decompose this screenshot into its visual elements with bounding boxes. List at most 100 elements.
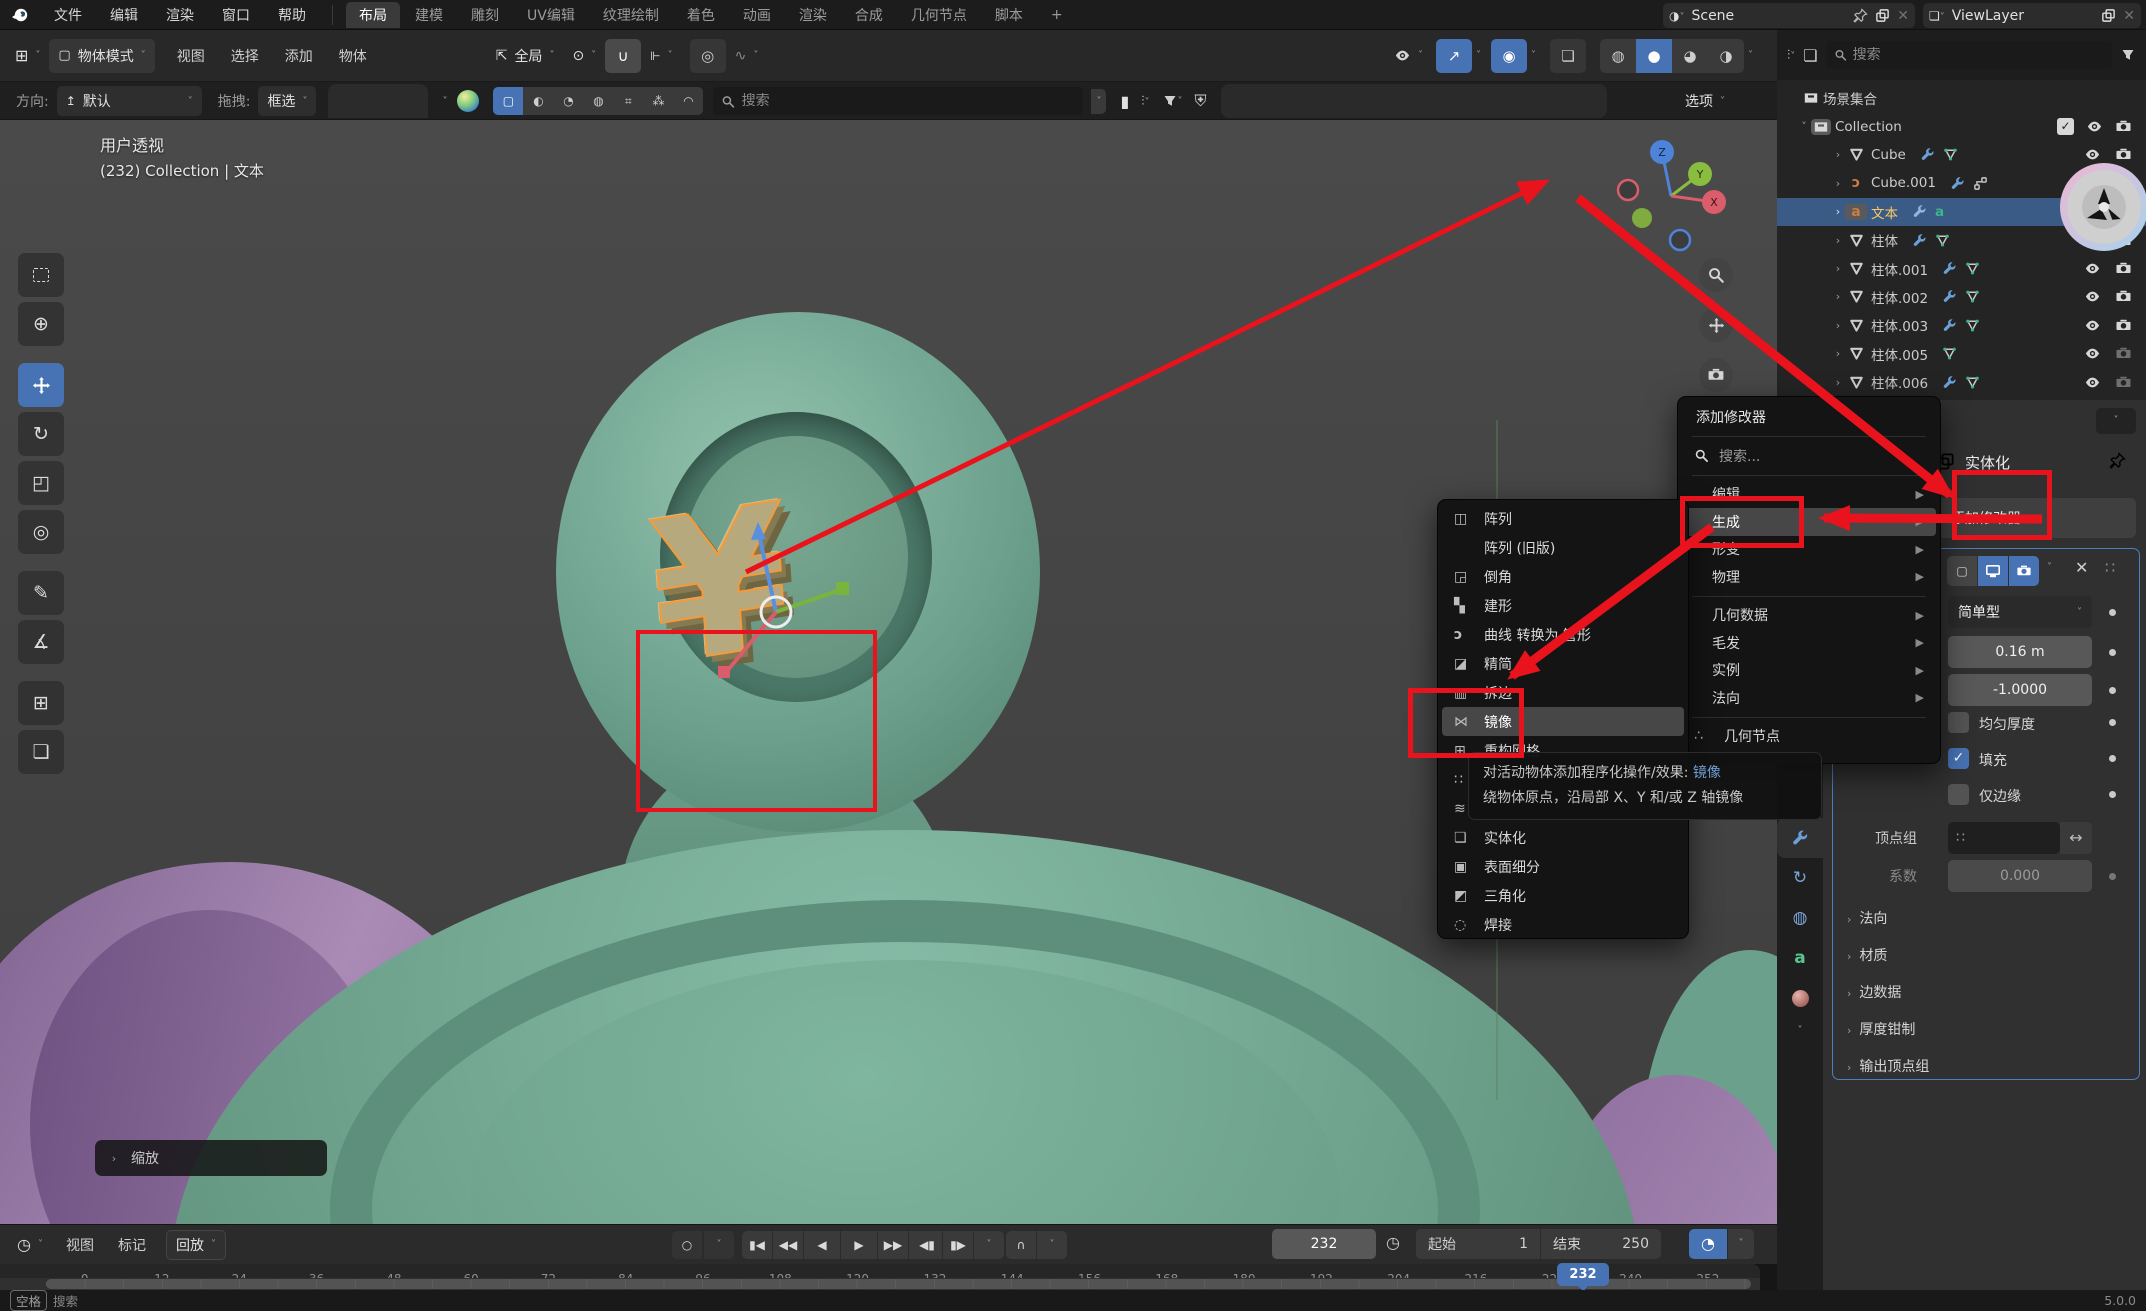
menu-help[interactable]: 帮助 — [264, 5, 320, 25]
visibility-dropdown[interactable]: ˅ — [1385, 39, 1432, 73]
camera-disabled-icon[interactable] — [2115, 374, 2132, 391]
material-preview-icon[interactable] — [457, 90, 479, 112]
stopwatch-icon[interactable]: ◷ — [1386, 1233, 1400, 1252]
menu-view[interactable]: 视图 — [177, 46, 205, 66]
menu-edit[interactable]: 编辑 — [96, 5, 152, 25]
tab-scripting[interactable]: 脚本 — [982, 2, 1036, 28]
menu-render[interactable]: 渲染 — [152, 5, 208, 25]
tool-duplicate[interactable]: ❏ — [18, 730, 64, 774]
shading-material-button[interactable]: ◕ — [1672, 39, 1708, 73]
outliner-row-cylinder005[interactable]: › 柱体.005 — [1777, 340, 2146, 368]
pin-icon[interactable] — [2109, 452, 2126, 469]
section-thickness-clamp[interactable]: ›厚度钳制 — [1847, 1019, 1915, 1039]
expand-icon[interactable]: › — [1831, 148, 1845, 161]
camera-icon[interactable] — [2115, 317, 2132, 334]
outliner-row-collection[interactable]: ˅ Collection ✓ — [1777, 112, 2146, 140]
gizmo-toggle[interactable]: ↗ — [1436, 39, 1472, 73]
tab-modeling[interactable]: 建模 — [402, 2, 456, 28]
search-dropdown[interactable]: ˅ — [1091, 89, 1106, 114]
outliner-search-field[interactable] — [1826, 41, 2112, 69]
keying-set-icon[interactable]: ○ — [672, 1231, 702, 1259]
menu-item-array[interactable]: 阵列 — [1442, 504, 1684, 533]
drag-handle-icon[interactable]: ∷ — [2105, 558, 2117, 577]
outliner-row-cylinder003[interactable]: › 柱体.003 — [1777, 311, 2146, 339]
tool-annotate[interactable]: ✎ — [18, 571, 64, 615]
add-workspace-button[interactable]: + — [1038, 4, 1076, 26]
snap-toggle[interactable]: ∪ — [605, 39, 641, 73]
menu-item-weld[interactable]: 焊接 — [1442, 910, 1684, 939]
menu-select[interactable]: 选择 — [231, 46, 259, 66]
vgroup-swap-button[interactable]: ↔ — [2060, 822, 2092, 854]
factor-slider[interactable]: 0.000 — [1948, 860, 2092, 892]
realtime-display-toggle[interactable] — [1978, 556, 2008, 586]
render-display-toggle[interactable] — [2009, 556, 2039, 586]
animate-dot[interactable] — [2109, 687, 2116, 694]
outliner-search-input[interactable] — [1853, 47, 2104, 63]
eye-icon[interactable] — [2084, 345, 2101, 362]
expand-icon[interactable]: › — [1831, 262, 1845, 275]
eye-icon[interactable] — [2084, 260, 2101, 277]
tool-transform[interactable]: ◎ — [18, 510, 64, 554]
section-materials[interactable]: ›材质 — [1847, 945, 1887, 965]
frame-start-field[interactable]: 起始1 — [1416, 1229, 1540, 1259]
mode-physics-icon[interactable]: ◠ — [673, 87, 703, 115]
shading-rendered-button[interactable]: ◑ — [1708, 39, 1744, 73]
timeline-scrollbar[interactable] — [0, 1278, 1760, 1290]
menu-item-geometry-data[interactable]: 几何数据▶ — [1682, 602, 1936, 630]
drag-dropdown[interactable]: 框选˅ — [258, 86, 316, 116]
outliner-row-cylinder002[interactable]: › 柱体.002 — [1777, 283, 2146, 311]
expand-icon[interactable]: › — [1831, 177, 1845, 190]
modifier-extras-dropdown[interactable]: ˅ — [2047, 562, 2052, 573]
shading-solid-button[interactable]: ● — [1636, 39, 1672, 73]
outliner-row-scene-collection[interactable]: 场景集合 — [1777, 84, 2146, 112]
menu-search-field[interactable]: 搜索... — [1682, 442, 1936, 470]
expand-icon[interactable]: › — [1831, 290, 1845, 303]
tool-scale[interactable]: ◰ — [18, 461, 64, 505]
direction-dropdown[interactable]: ↥默认˅ — [57, 86, 202, 116]
collapse-icon[interactable]: ˅ — [1797, 120, 1811, 133]
menu-item-normals[interactable]: 法向▶ — [1682, 684, 1936, 712]
keying-dropdown[interactable]: ˅ — [704, 1231, 734, 1259]
tabs-overflow-chevron[interactable]: ˅ — [1777, 1018, 1823, 1042]
animate-dot[interactable] — [2109, 649, 2116, 656]
tool-move[interactable] — [18, 363, 64, 407]
mode-particle-icon[interactable]: ⁂ — [643, 87, 673, 115]
operator-panel[interactable]: › 缩放 — [95, 1140, 327, 1176]
menu-object[interactable]: 物体 — [339, 46, 367, 66]
eye-icon[interactable] — [2084, 288, 2101, 305]
mode-weight-paint-icon[interactable]: ◍ — [583, 87, 613, 115]
tab-layout[interactable]: 布局 — [346, 2, 400, 28]
tool-cursor[interactable]: ⊕ — [18, 302, 64, 346]
animate-dot[interactable] — [2109, 719, 2116, 726]
tool-search-field[interactable] — [713, 87, 1083, 115]
timeline-menu-marker[interactable]: 标记 — [118, 1235, 146, 1255]
animate-dot[interactable] — [2109, 791, 2116, 798]
timeline-editor-type-button[interactable]: ◷˅ — [8, 1230, 52, 1260]
snap-settings-dropdown[interactable]: ⊩˅ — [641, 39, 681, 73]
expand-icon[interactable]: › — [1831, 205, 1845, 218]
outliner-display-mode-icon[interactable]: ⫶˅ — [1787, 48, 1795, 63]
expand-icon[interactable]: › — [1831, 347, 1845, 360]
playhead-frame-badge[interactable]: 232 — [1557, 1263, 1609, 1286]
play-reverse-button[interactable]: ◀ — [804, 1231, 840, 1259]
funnel-dropdown[interactable]: ˅ — [1178, 96, 1183, 107]
editor-type-button[interactable]: ⊞˅ — [6, 39, 49, 73]
tool-measure[interactable]: ∡ — [18, 620, 64, 664]
overlays-dropdown[interactable]: ˅ — [1531, 50, 1536, 61]
menu-file[interactable]: 文件 — [40, 5, 96, 25]
timeline-menu-view[interactable]: 视图 — [66, 1235, 94, 1255]
exclude-checkbox[interactable]: ✓ — [2057, 118, 2074, 135]
camera-view-icon[interactable] — [1699, 358, 1733, 392]
tab-animation[interactable]: 动画 — [730, 2, 784, 28]
xray-toggle[interactable]: ❏ — [1550, 39, 1586, 73]
tab-particles[interactable]: ↻ — [1777, 858, 1823, 898]
menu-item-decimate[interactable]: 精简 — [1442, 649, 1684, 678]
tab-shading[interactable]: 着色 — [674, 2, 728, 28]
filter-tree-icon[interactable]: ⫶˅ — [1141, 94, 1149, 109]
menu-window[interactable]: 窗口 — [208, 5, 264, 25]
pivot-dropdown[interactable]: ⊙˅ — [563, 39, 605, 73]
tab-uv[interactable]: UV编辑 — [514, 2, 588, 28]
breadcrumb-dropdown[interactable]: ˅ — [2096, 408, 2136, 434]
scene-selector[interactable]: ◑˅ Scene ✕ — [1663, 3, 1915, 28]
timeline-menu-playback[interactable]: 回放˅ — [166, 1230, 226, 1260]
